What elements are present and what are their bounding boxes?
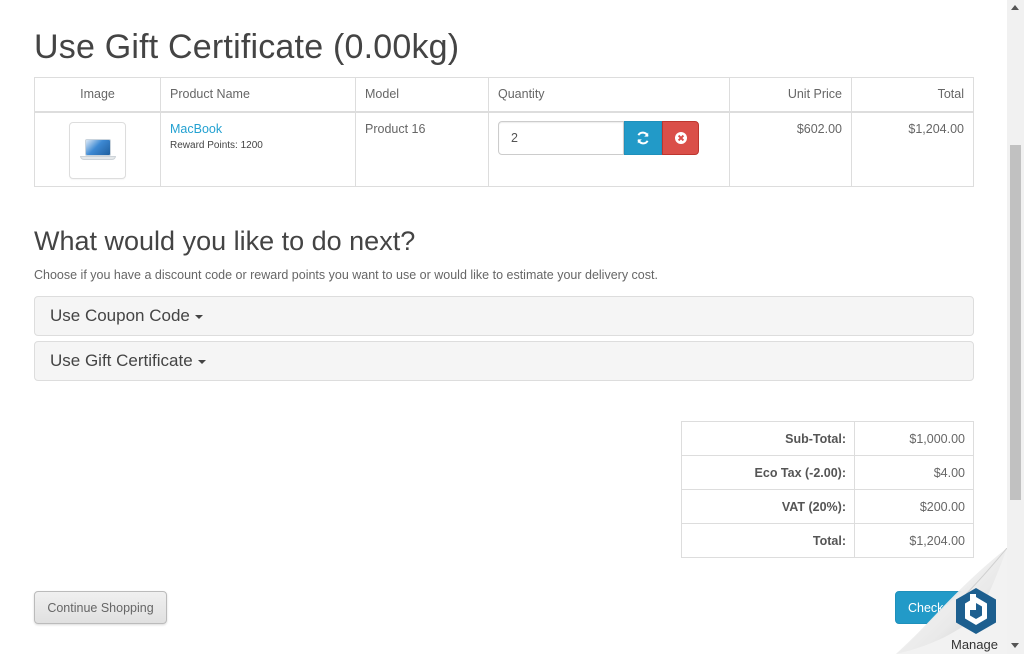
update-button[interactable]: [624, 120, 662, 155]
gift-certificate-panel-toggle[interactable]: Use Gift Certificate: [34, 341, 974, 381]
col-header-name: Product Name: [160, 77, 356, 113]
cart-table: Image Product Name Model Quantity Unit P…: [34, 77, 974, 187]
remove-button[interactable]: [662, 120, 699, 155]
next-steps-description: Choose if you have a discount code or re…: [34, 268, 658, 282]
totals-row-subtotal: Sub-Total: $1,000.00: [681, 421, 974, 456]
remove-circle-icon: [674, 131, 687, 144]
col-header-image: Image: [34, 77, 161, 113]
totals-value: $200.00: [854, 489, 974, 524]
quantity-group: [498, 120, 720, 155]
continue-shopping-button[interactable]: Continue Shopping: [34, 591, 167, 624]
totals-row-eco-tax: Eco Tax (-2.00): $4.00: [681, 455, 974, 490]
reward-points: Reward Points: 1200: [170, 139, 263, 151]
cell-model: Product 16: [355, 111, 489, 187]
page-title: Use Gift Certificate (0.00kg): [34, 28, 460, 66]
product-thumbnail[interactable]: [69, 121, 126, 179]
cell-unit-price: $602.00: [729, 111, 852, 187]
totals-label: Total:: [681, 523, 855, 558]
coupon-panel-label: Use Coupon Code: [50, 306, 190, 325]
manage-badge[interactable]: Manage: [896, 548, 1007, 654]
totals-row-vat: VAT (20%): $200.00: [681, 489, 974, 524]
totals-label: Sub-Total:: [681, 421, 855, 456]
caret-down-icon: [194, 315, 203, 319]
hexagon-logo-icon: [956, 588, 996, 634]
gift-certificate-panel-label: Use Gift Certificate: [50, 351, 193, 370]
col-header-unit-price: Unit Price: [729, 77, 852, 113]
scroll-up-icon[interactable]: [1011, 5, 1019, 10]
refresh-icon: [637, 131, 649, 144]
vertical-scrollbar[interactable]: [1007, 0, 1024, 654]
cell-image: [34, 111, 161, 187]
caret-down-icon: [197, 360, 206, 364]
cell-total: $1,204.00: [851, 111, 974, 187]
quantity-input[interactable]: [498, 120, 624, 155]
totals-table: Sub-Total: $1,000.00 Eco Tax (-2.00): $4…: [681, 421, 974, 558]
totals-value: $1,000.00: [854, 421, 974, 456]
cell-quantity: [488, 111, 730, 187]
table-row: MacBook Reward Points: 1200 Product 16 2…: [34, 111, 974, 187]
manage-label: Manage: [951, 637, 998, 652]
cart-header-row: Image Product Name Model Quantity Unit P…: [34, 77, 974, 113]
cell-name: MacBook Reward Points: 1200: [160, 111, 356, 187]
next-steps-title: What would you like to do next?: [34, 226, 416, 256]
coupon-panel-toggle[interactable]: Use Coupon Code: [34, 296, 974, 336]
totals-label: Eco Tax (-2.00):: [681, 455, 855, 490]
product-link[interactable]: MacBook: [170, 122, 346, 136]
scroll-thumb[interactable]: [1010, 145, 1021, 500]
scroll-down-icon[interactable]: [1011, 643, 1019, 648]
laptop-image: [79, 137, 117, 163]
col-header-total: Total: [851, 77, 974, 113]
col-header-quantity: Quantity: [488, 77, 730, 113]
totals-label: VAT (20%):: [681, 489, 855, 524]
col-header-model: Model: [355, 77, 489, 113]
totals-value: $4.00: [854, 455, 974, 490]
